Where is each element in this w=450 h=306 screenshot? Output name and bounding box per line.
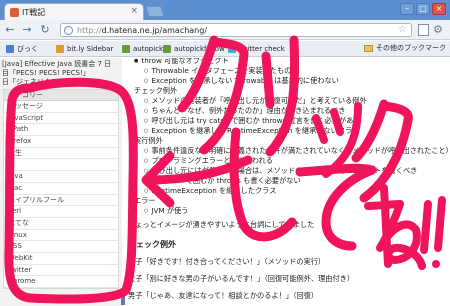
category-item[interactable]: 人生	[4, 148, 118, 160]
bookmarks-bar: びっく bit.ly Sidebar autopick autopickfoll…	[0, 41, 450, 57]
address-bar[interactable]: http://d.hatena.ne.jp/amachang/ ☆	[60, 23, 412, 37]
article-line: プログラミングエラーとして使われる	[144, 156, 273, 166]
article-line: try catch で囲むか throws も書く必要がない	[144, 176, 300, 186]
category-item[interactable]: Mac	[4, 183, 118, 195]
article-line: 呼び出し元にはが発生する場合は、メソッドの呼び出しごとにコメントを書くべき	[144, 166, 417, 176]
bookmark-icon	[228, 45, 236, 53]
close-window-button[interactable]: ×	[432, 3, 446, 15]
category-item[interactable]: Perl	[4, 206, 118, 218]
category-item[interactable]: Twitter	[4, 265, 118, 277]
recent-entry[interactable]: 日「ジェネリクス！」	[2, 78, 120, 87]
category-item[interactable]: CSS	[4, 241, 118, 253]
tab-title: IT戦記	[22, 8, 46, 17]
minimize-button[interactable]: –	[400, 3, 414, 15]
article-body: throw 可能なオブジェクト Throwable インタフェースを実装したもの…	[128, 58, 450, 306]
bookmark-icon	[122, 45, 130, 53]
browser-tab[interactable]: IT戦記 ×	[4, 3, 144, 20]
category-item[interactable]: IE	[4, 159, 118, 172]
section-heading: チェック例外	[128, 240, 176, 249]
bookmark-item[interactable]: びっく	[6, 43, 38, 55]
bookmark-icon	[163, 45, 171, 53]
article-line: メソッドの実装者が「呼び出し元が回復可能だ」と考えている例外	[144, 96, 366, 106]
bookmark-item[interactable]: autopickfollow	[163, 43, 225, 55]
bookmark-icon	[56, 45, 64, 53]
back-button[interactable]: ←	[3, 23, 17, 37]
window-titlebar: IT戦記 × – □ ×	[0, 0, 450, 20]
category-item[interactable]: XPath	[4, 124, 118, 137]
site-favicon-icon	[10, 8, 19, 17]
bookmark-icon	[6, 45, 14, 53]
article-line: 男子「じゃあ、友達になって！相談とかのるよ！」（回復）	[128, 291, 319, 300]
article-line: Exception を継承して RuntimeException を継承しないク…	[144, 126, 359, 136]
category-item[interactable]: Linux	[4, 230, 118, 242]
bookmark-item[interactable]: autopick	[122, 43, 163, 55]
article-line: エラー	[134, 196, 156, 205]
category-item[interactable]: Chrome	[4, 276, 118, 288]
bookmark-item[interactable]: bit.ly Sidebar	[56, 43, 113, 55]
article-line: 女子「別に好きな男の子がいるんです！」（回復可能例外、理由付き）	[128, 274, 355, 283]
bookmark-star-icon[interactable]: ☆	[398, 24, 407, 35]
bookmark-item[interactable]: twitter check	[228, 43, 285, 55]
category-header: カテゴリー	[4, 90, 118, 101]
folder-icon	[364, 44, 373, 52]
page-content: [Java] Effective Java 読書会 7 日 目「PECS! PE…	[0, 58, 450, 306]
recent-entry[interactable]: [Java] Effective Java 読書会 7 日	[2, 60, 120, 69]
category-item[interactable]: JavaScript	[4, 113, 118, 125]
forward-button[interactable]: →	[20, 23, 34, 37]
category-item[interactable]: WebKit	[4, 253, 118, 265]
article-line: JVM が使う	[144, 206, 188, 216]
article-line: 呼び出し元は try catch で囲むか throws 宣言を書く必要がある	[144, 116, 360, 126]
category-list: カテゴリー メッセージ JavaScript XPath Firefox 人生 …	[3, 89, 119, 289]
window-controls: – □ ×	[400, 3, 446, 15]
category-item[interactable]: メッセージ	[4, 101, 118, 113]
article-line: チェック例外	[134, 86, 178, 95]
maximize-button[interactable]: □	[416, 3, 430, 15]
article-line: ちょっとイメージが湧きやすいように台詞にしてみました	[128, 220, 315, 229]
article-line: 男子「好きです！付き合ってください！」（メソッドの実行）	[128, 257, 326, 266]
article-line: 実行例外	[134, 136, 163, 145]
nav-toolbar: ← → ↻ http://d.hatena.ne.jp/amachang/ ☆ …	[0, 20, 450, 40]
article-line: RuntimeException を継承したクラス	[144, 186, 276, 196]
article-line: Throwable インタフェースを実装したもの	[144, 66, 291, 76]
globe-icon	[64, 26, 73, 35]
category-item[interactable]: はてな	[4, 218, 118, 230]
url-text: http://d.hatena.ne.jp/amachang/	[77, 26, 208, 35]
article-line: ちゃんと「なぜ、例外だったのか」理由が書き込まれるべき	[144, 106, 345, 116]
wrench-icon[interactable]: ⚙	[433, 23, 443, 36]
recent-entries: [Java] Effective Java 読書会 7 日 目「PECS! PE…	[2, 60, 120, 87]
article-line: throw 可能なオブジェクト	[134, 58, 228, 66]
scroll-marker[interactable]	[121, 289, 125, 305]
other-bookmarks-folder[interactable]: その他のブックマーク	[364, 43, 446, 53]
article-line: Exception を継承しない Throwable は基本的に使わない	[144, 76, 338, 86]
new-tab-button[interactable]	[145, 6, 165, 17]
recent-entry[interactable]: 目「PECS! PECS! PECS!」	[2, 69, 120, 78]
page-menu-icon[interactable]	[418, 24, 429, 36]
category-item[interactable]: Java	[4, 171, 118, 183]
category-item[interactable]: エイプリルフール	[4, 195, 118, 207]
sidebar: [Java] Effective Java 読書会 7 日 目「PECS! PE…	[0, 58, 125, 306]
category-item[interactable]: Firefox	[4, 136, 118, 148]
article-line: 事前条件違反など明確に定義された条件が満たされていなくてメソッドが呼び出されたこ…	[144, 146, 450, 156]
reload-button[interactable]: ↻	[38, 23, 52, 37]
tab-close-icon[interactable]: ×	[130, 6, 138, 16]
